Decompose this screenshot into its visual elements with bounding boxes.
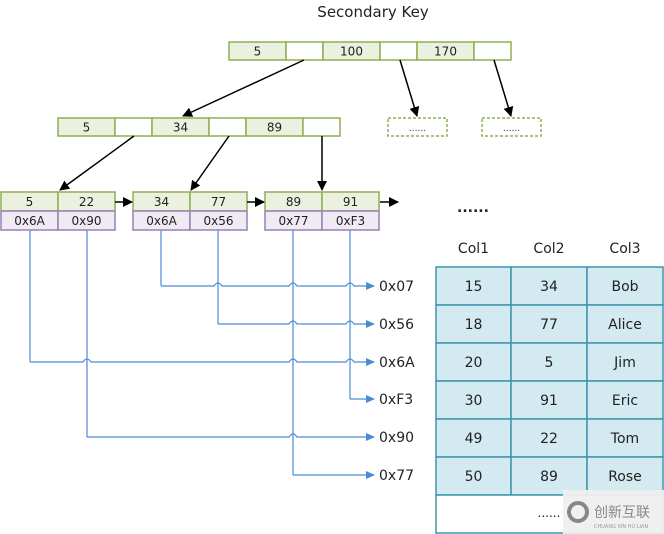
pointer-cell xyxy=(285,41,324,61)
row-address-label: 0xF3 xyxy=(379,392,413,408)
watermark: 创新互联 CHUANG XIN HU LIAN xyxy=(563,490,664,534)
pointer-arrow xyxy=(182,59,305,117)
leaf-node: 34 0x6A 77 0x56 xyxy=(132,191,248,231)
placeholder-text: ...... xyxy=(409,124,426,134)
leaf-addr: 0x56 xyxy=(203,214,233,228)
leaf-addr: 0x6A xyxy=(14,214,45,228)
row-address-label: 0x6A xyxy=(379,355,415,371)
link-horizontal xyxy=(161,282,375,290)
pointer-arrow xyxy=(399,59,420,117)
table-cell-value: 34 xyxy=(540,279,558,295)
pointer-cell xyxy=(473,41,512,61)
leaf-key: 5 xyxy=(26,195,34,209)
table-cell-value: 30 xyxy=(465,393,483,409)
pointer-cell xyxy=(379,41,418,61)
pointer-arrow xyxy=(493,59,514,117)
data-table: Col1 Col2 Col3 15 34 Bob 18 77 Alice 20 5 Jim 30 91 Er… xyxy=(435,241,664,534)
table-cell-value: 22 xyxy=(540,431,558,447)
row-address-label: 0x56 xyxy=(379,317,414,333)
table-cell-value: 49 xyxy=(465,431,483,447)
root-node: 5 100 170 xyxy=(228,41,512,61)
table-cell-value: 5 xyxy=(545,355,554,371)
pointer-cell xyxy=(208,117,247,137)
leaf-key: 34 xyxy=(154,195,169,209)
table-footer-text: ...... xyxy=(538,506,561,520)
table-cell-value: Jim xyxy=(613,355,636,371)
watermark-text: 创新互联 xyxy=(594,505,650,521)
internal-node: 5 34 89 xyxy=(57,117,341,137)
leaf-ellipsis: ...... xyxy=(457,200,489,216)
leaf-key: 77 xyxy=(211,195,226,209)
secondary-index-diagram: Secondary Key 0x07 0x56 0x6A 0xF3 0x90 0x77 5… xyxy=(0,3,664,534)
table-cell-value: 77 xyxy=(540,317,558,333)
leaf-addr: 0x90 xyxy=(71,214,101,228)
row-address-label: 0x77 xyxy=(379,468,414,484)
pointer-arrow xyxy=(59,135,135,191)
table-cell-value: 20 xyxy=(465,355,483,371)
key-value: 89 xyxy=(267,121,282,135)
key-value: 34 xyxy=(173,121,188,135)
leaf-addr: 0x6A xyxy=(146,214,177,228)
btree: 5 100 170 5 34 89...... ...... 5 0x6A 22 0x90 34 0x6… xyxy=(0,41,542,231)
leaf-key: 91 xyxy=(343,195,358,209)
row-address-label: 0x07 xyxy=(379,279,414,295)
table-cell-value: Rose xyxy=(608,469,642,485)
table-cell-value: 15 xyxy=(465,279,483,295)
pointer-cell xyxy=(114,117,153,137)
key-value: 100 xyxy=(340,45,363,59)
table-cell-value: Alice xyxy=(608,317,642,333)
table-cell-value: 91 xyxy=(540,393,558,409)
leaf-addr: 0xF3 xyxy=(336,214,365,228)
diagram-title: Secondary Key xyxy=(317,3,429,21)
pointer-arrow xyxy=(190,135,230,191)
table-cell-value: 50 xyxy=(465,469,483,485)
placeholder-text: ...... xyxy=(503,124,520,134)
pointer-cell xyxy=(302,117,341,137)
link-horizontal xyxy=(30,358,375,366)
watermark-subtext: CHUANG XIN HU LIAN xyxy=(594,524,648,530)
table-cell-value: Tom xyxy=(610,431,639,447)
table-cell-value: Bob xyxy=(611,279,638,295)
column-header: Col2 xyxy=(533,241,564,257)
key-value: 5 xyxy=(254,45,262,59)
table-cell-value: 89 xyxy=(540,469,558,485)
column-header: Col1 xyxy=(458,241,489,257)
link-horizontal xyxy=(87,433,375,441)
leaf-addr: 0x77 xyxy=(278,214,308,228)
row-address-label: 0x90 xyxy=(379,430,414,446)
key-value: 170 xyxy=(434,45,457,59)
key-value: 5 xyxy=(83,121,91,135)
leaf-key: 22 xyxy=(79,195,94,209)
leaf-key: 89 xyxy=(286,195,301,209)
column-header: Col3 xyxy=(609,241,640,257)
leaf-node: 5 0x6A 22 0x90 xyxy=(0,191,116,231)
table-cell-value: Eric xyxy=(612,393,638,409)
table-cell-value: 18 xyxy=(465,317,483,333)
row-pointer-links: 0x07 0x56 0x6A 0xF3 0x90 0x77 xyxy=(29,230,415,484)
leaf-node: 89 0x77 91 0xF3 xyxy=(264,191,380,231)
